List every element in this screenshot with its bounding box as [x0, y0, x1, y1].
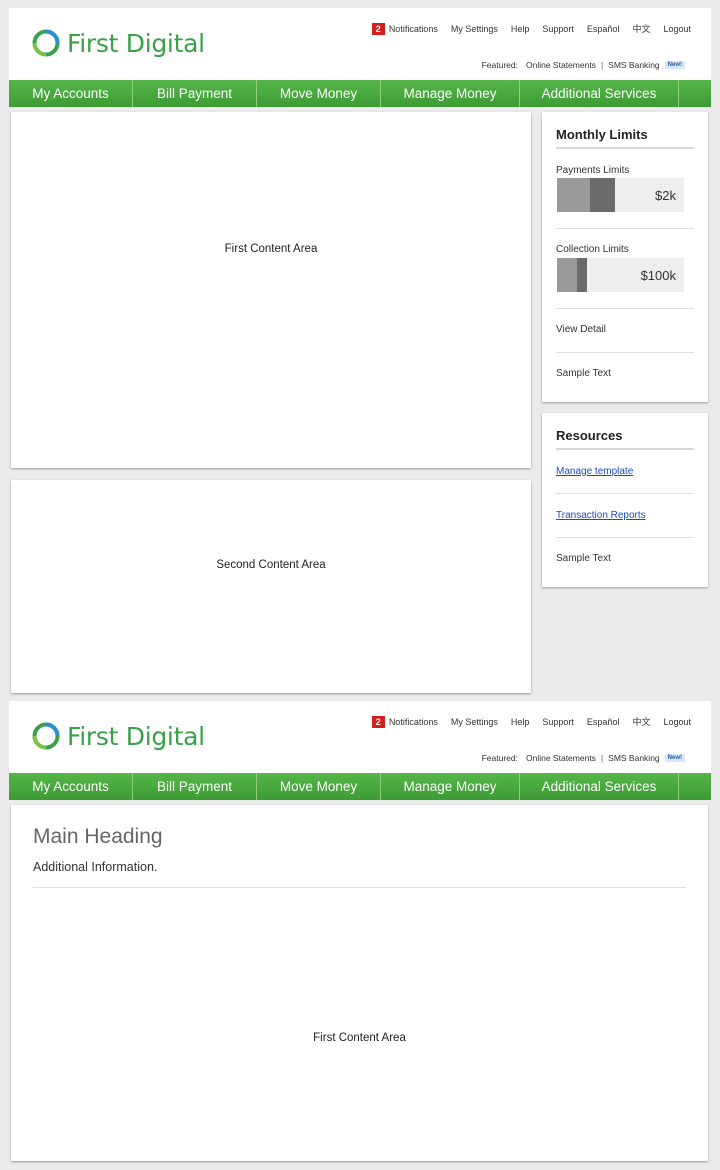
main-nav: My Accounts Bill Payment Move Money Mana… [9, 773, 711, 800]
main-content-panel: Main Heading Additional Information. Fir… [11, 805, 708, 1161]
manage-template-link[interactable]: Manage template [556, 466, 633, 477]
divider [556, 493, 694, 494]
second-content-label: Second Content Area [216, 559, 326, 571]
collection-limit-amount: $100k [640, 267, 676, 283]
main-heading: Main Heading [33, 825, 163, 848]
logout-link[interactable]: Logout [663, 717, 691, 727]
header: First Digital 2 Notifications My Setting… [9, 8, 711, 80]
top-links: 2 Notifications My Settings Help Support… [371, 715, 691, 728]
sms-banking-link[interactable]: SMS Banking [608, 60, 660, 70]
featured-bar: Featured: Online Statements | SMS Bankin… [482, 60, 685, 70]
frame-2: First Digital 2 Notifications My Setting… [9, 701, 711, 1163]
first-content-area: First Content Area [11, 112, 531, 468]
nav-my-accounts[interactable]: My Accounts [9, 773, 133, 800]
online-statements-link[interactable]: Online Statements [526, 60, 596, 70]
nav-additional-services[interactable]: Additional Services [520, 773, 679, 800]
espanol-link[interactable]: Español [587, 717, 620, 727]
logo-ring-icon [32, 722, 60, 750]
divider [556, 308, 694, 309]
monthly-limits-title: Monthly Limits [556, 127, 648, 142]
main-nav: My Accounts Bill Payment Move Money Mana… [9, 80, 711, 107]
nav-bill-payment[interactable]: Bill Payment [133, 773, 257, 800]
view-detail-link[interactable]: View Detail [556, 324, 606, 335]
payments-used-segment [557, 178, 590, 212]
notification-count-badge: 2 [371, 715, 385, 728]
featured-separator: | [600, 753, 604, 763]
notifications-label: Notifications [388, 23, 438, 34]
payments-limit-amount: $2k [655, 187, 676, 203]
collection-limit-bar: $100k [557, 258, 684, 292]
main-content-label: First Content Area [313, 1032, 406, 1044]
online-statements-link[interactable]: Online Statements [526, 753, 596, 763]
new-tag: New! [664, 754, 685, 762]
featured-label: Featured: [481, 753, 518, 763]
sms-banking-link[interactable]: SMS Banking [608, 753, 660, 763]
espanol-link[interactable]: Español [587, 24, 620, 34]
transaction-reports-link[interactable]: Transaction Reports [556, 510, 646, 521]
nav-manage-money[interactable]: Manage Money [381, 80, 520, 107]
notifications-link[interactable]: 2 Notifications [371, 22, 438, 35]
heading-divider [33, 887, 686, 888]
notification-count-badge: 2 [371, 22, 385, 35]
notifications-link[interactable]: 2 Notifications [371, 715, 438, 728]
nav-move-money[interactable]: Move Money [257, 80, 381, 107]
brand-logo[interactable]: First Digital [31, 28, 205, 58]
collection-used-segment [557, 258, 577, 292]
sample-text: Sample Text [556, 368, 611, 379]
new-tag: New! [664, 61, 685, 69]
chinese-link[interactable]: 中文 [632, 715, 650, 728]
first-content-label: First Content Area [224, 243, 318, 255]
resources-panel: Resources Manage template Transaction Re… [542, 413, 708, 587]
title-rule [556, 448, 694, 450]
collection-limits-label: Collection Limits [556, 244, 629, 255]
support-link[interactable]: Support [542, 24, 574, 34]
support-link[interactable]: Support [542, 717, 574, 727]
my-settings-link[interactable]: My Settings [451, 717, 498, 727]
top-links: 2 Notifications My Settings Help Support… [371, 22, 691, 35]
header: First Digital 2 Notifications My Setting… [9, 701, 711, 773]
payments-limit-bar: $2k [557, 178, 684, 212]
help-link[interactable]: Help [511, 24, 530, 34]
nav-my-accounts[interactable]: My Accounts [9, 80, 133, 107]
second-content-area: Second Content Area [11, 480, 531, 693]
divider [556, 537, 694, 538]
logo-ring-icon [32, 29, 60, 57]
my-settings-link[interactable]: My Settings [451, 24, 498, 34]
nav-move-money[interactable]: Move Money [257, 773, 381, 800]
divider [556, 228, 694, 229]
collection-pending-segment [577, 258, 587, 292]
brand-logo[interactable]: First Digital [31, 721, 205, 751]
additional-information: Additional Information. [33, 860, 158, 874]
nav-manage-money[interactable]: Manage Money [381, 773, 520, 800]
nav-additional-services[interactable]: Additional Services [520, 80, 679, 107]
brand-name: First Digital [67, 28, 205, 58]
frame-1: First Digital 2 Notifications My Setting… [9, 8, 711, 698]
featured-separator: | [600, 60, 604, 70]
payments-limits-label: Payments Limits [556, 165, 630, 176]
logout-link[interactable]: Logout [663, 24, 691, 34]
monthly-limits-panel: Monthly Limits Payments Limits $2k Colle… [542, 112, 708, 402]
nav-bill-payment[interactable]: Bill Payment [133, 80, 257, 107]
help-link[interactable]: Help [511, 717, 530, 727]
sample-text: Sample Text [556, 553, 611, 564]
featured-label: Featured: [481, 60, 518, 70]
notifications-label: Notifications [388, 716, 438, 727]
title-rule [556, 147, 694, 149]
brand-name: First Digital [67, 721, 205, 751]
payments-pending-segment [590, 178, 615, 212]
featured-bar: Featured: Online Statements | SMS Bankin… [482, 753, 685, 763]
divider [556, 352, 694, 353]
chinese-link[interactable]: 中文 [632, 22, 650, 35]
resources-title: Resources [556, 428, 623, 443]
